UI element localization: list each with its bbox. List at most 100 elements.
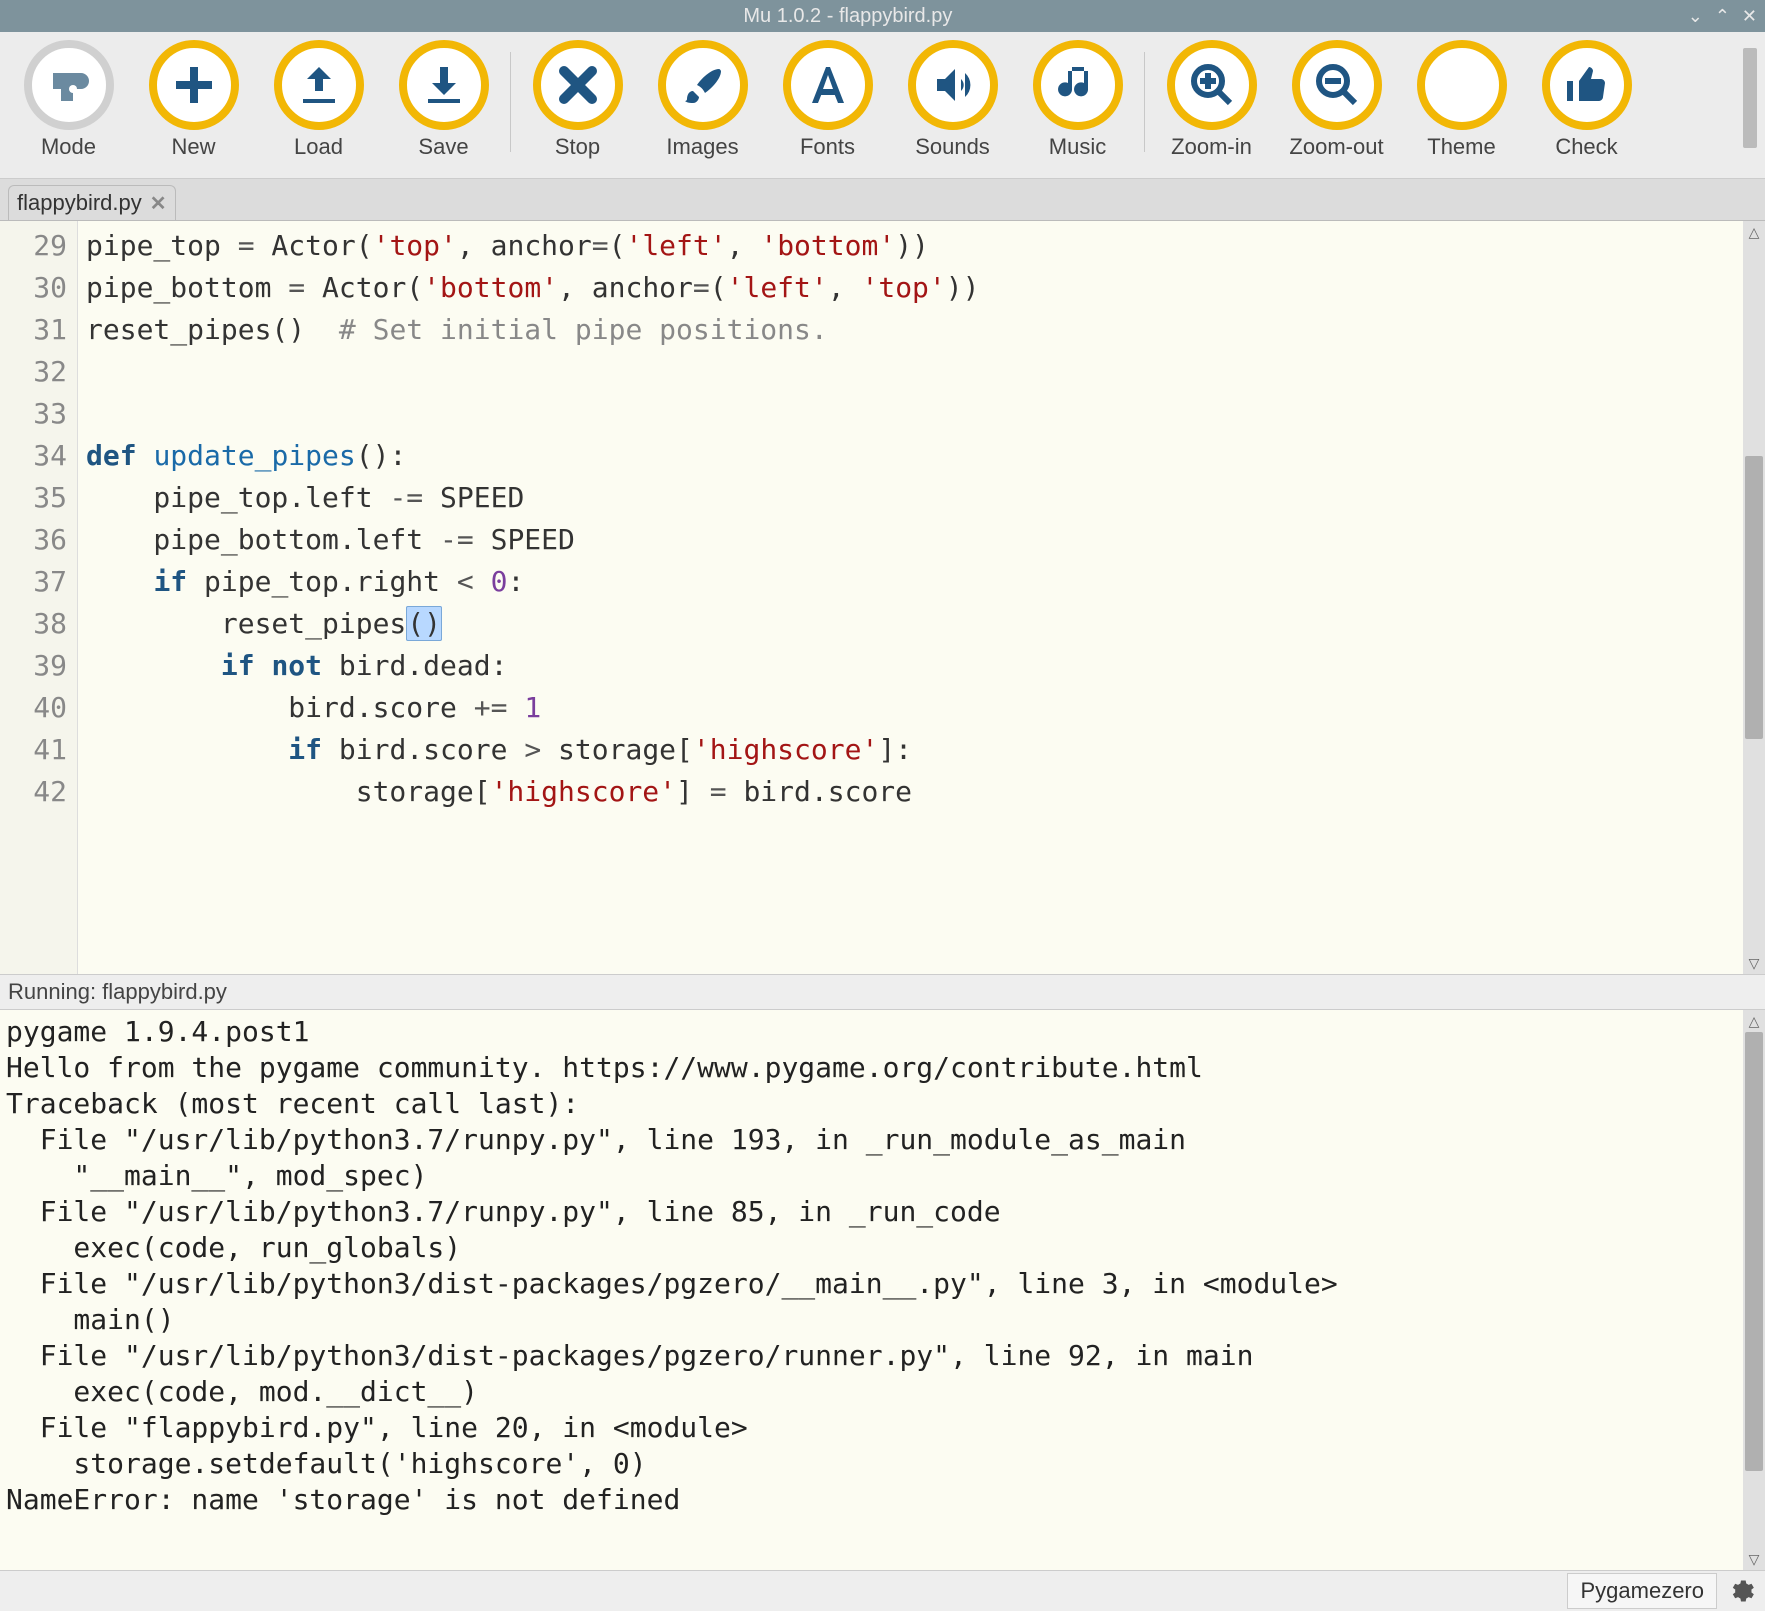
console-panel: pygame 1.9.4.post1Hello from the pygame …: [0, 1010, 1765, 1570]
tab-flappybird[interactable]: flappybird.py ✕: [8, 185, 176, 220]
toolbar-label: Theme: [1427, 134, 1495, 160]
code-line[interactable]: pipe_bottom.left -= SPEED: [86, 519, 1735, 561]
save-button[interactable]: Save: [381, 40, 506, 160]
code-line[interactable]: pipe_top.left -= SPEED: [86, 477, 1735, 519]
toolbar-label: Save: [418, 134, 468, 160]
code-line[interactable]: def update_pipes():: [86, 435, 1735, 477]
tab-label: flappybird.py: [17, 190, 142, 216]
code-line[interactable]: storage['highscore'] = bird.score: [86, 771, 1735, 813]
line-gutter: 2930313233343536373839404142: [0, 221, 78, 974]
code-line[interactable]: if pipe_top.right < 0:: [86, 561, 1735, 603]
speaker-icon: [908, 40, 998, 130]
toolbar-label: Zoom-in: [1171, 134, 1252, 160]
console-line: pygame 1.9.4.post1: [6, 1014, 1737, 1050]
line-number: 42: [8, 771, 67, 813]
load-button[interactable]: Load: [256, 40, 381, 160]
line-number: 40: [8, 687, 67, 729]
console-line: File "/usr/lib/python3.7/runpy.py", line…: [6, 1122, 1737, 1158]
console-line: NameError: name 'storage' is not defined: [6, 1482, 1737, 1518]
check-button[interactable]: Check: [1524, 40, 1649, 160]
gear-icon[interactable]: [1723, 1573, 1759, 1609]
maximize-icon[interactable]: ⌃: [1715, 6, 1730, 27]
console-line: Hello from the pygame community. https:/…: [6, 1050, 1737, 1086]
music-button[interactable]: Music: [1015, 40, 1140, 160]
line-number: 35: [8, 477, 67, 519]
editor-scrollbar[interactable]: △ ▽: [1743, 221, 1765, 974]
code-line[interactable]: [86, 393, 1735, 435]
code-line[interactable]: if not bird.dead:: [86, 645, 1735, 687]
close-icon[interactable]: ✕: [1742, 6, 1757, 27]
brush-icon: [658, 40, 748, 130]
code-line[interactable]: bird.score += 1: [86, 687, 1735, 729]
line-number: 29: [8, 225, 67, 267]
toolbar: Mode New Load Save Stop Images Fonts Sounds Musi…: [0, 32, 1765, 179]
console-line: File "flappybird.py", line 20, in <modul…: [6, 1410, 1737, 1446]
music-note-icon: [1033, 40, 1123, 130]
mode-indicator[interactable]: Pygamezero: [1567, 1573, 1717, 1609]
toolbar-label: Music: [1049, 134, 1106, 160]
stop-button[interactable]: Stop: [515, 40, 640, 160]
zoom-in-icon: [1167, 40, 1257, 130]
tab-close-icon[interactable]: ✕: [150, 191, 167, 216]
moon-icon: [1417, 40, 1507, 130]
toolbar-grip[interactable]: [1743, 48, 1757, 148]
window-title: Mu 1.0.2 - flappybird.py: [8, 5, 1688, 28]
console-line: "__main__", mod_spec): [6, 1158, 1737, 1194]
theme-button[interactable]: Theme: [1399, 40, 1524, 160]
scroll-down-icon[interactable]: ▽: [1743, 952, 1765, 974]
line-number: 41: [8, 729, 67, 771]
scroll-up-icon[interactable]: △: [1743, 221, 1765, 243]
code-line[interactable]: [86, 351, 1735, 393]
console-line: File "/usr/lib/python3/dist-packages/pgz…: [6, 1266, 1737, 1302]
toolbar-label: Images: [666, 134, 738, 160]
code-area[interactable]: pipe_top = Actor('top', anchor=('left', …: [78, 221, 1743, 974]
console-line: storage.setdefault('highscore', 0): [6, 1446, 1737, 1482]
toolbar-label: Check: [1555, 134, 1617, 160]
minimize-icon[interactable]: ⌄: [1688, 6, 1703, 27]
line-number: 38: [8, 603, 67, 645]
toolbar-label: Fonts: [800, 134, 855, 160]
scroll-up-icon[interactable]: △: [1743, 1010, 1765, 1032]
console-line: main(): [6, 1302, 1737, 1338]
cross-icon: [533, 40, 623, 130]
zoom-out-button[interactable]: Zoom-out: [1274, 40, 1399, 160]
mode-button[interactable]: Mode: [6, 40, 131, 160]
fonts-button[interactable]: Fonts: [765, 40, 890, 160]
upload-icon: [274, 40, 364, 130]
images-button[interactable]: Images: [640, 40, 765, 160]
sounds-button[interactable]: Sounds: [890, 40, 1015, 160]
toolbar-separator: [1144, 52, 1145, 152]
code-editor[interactable]: 2930313233343536373839404142 pipe_top = …: [0, 221, 1765, 974]
line-number: 36: [8, 519, 67, 561]
console-output[interactable]: pygame 1.9.4.post1Hello from the pygame …: [0, 1010, 1743, 1570]
console-scrollbar[interactable]: △ ▽: [1743, 1010, 1765, 1570]
scroll-thumb[interactable]: [1745, 456, 1763, 740]
toolbar-label: New: [171, 134, 215, 160]
code-line[interactable]: reset_pipes() # Set initial pipe positio…: [86, 309, 1735, 351]
toolbar-label: Mode: [41, 134, 96, 160]
scroll-down-icon[interactable]: ▽: [1743, 1548, 1765, 1570]
window-controls: ⌄ ⌃ ✕: [1688, 6, 1757, 27]
console-line: Traceback (most recent call last):: [6, 1086, 1737, 1122]
cog-blob-icon: [24, 40, 114, 130]
code-line[interactable]: reset_pipes(): [86, 603, 1735, 645]
line-number: 39: [8, 645, 67, 687]
console-line: exec(code, run_globals): [6, 1230, 1737, 1266]
zoom-in-button[interactable]: Zoom-in: [1149, 40, 1274, 160]
line-number: 32: [8, 351, 67, 393]
code-line[interactable]: pipe_bottom = Actor('bottom', anchor=('l…: [86, 267, 1735, 309]
scroll-thumb[interactable]: [1745, 1032, 1763, 1471]
console-line: exec(code, mod.__dict__): [6, 1374, 1737, 1410]
toolbar-label: Sounds: [915, 134, 990, 160]
code-line[interactable]: pipe_top = Actor('top', anchor=('left', …: [86, 225, 1735, 267]
toolbar-label: Zoom-out: [1289, 134, 1383, 160]
running-status: Running: flappybird.py: [0, 974, 1765, 1010]
plus-icon: [149, 40, 239, 130]
code-line[interactable]: if bird.score > storage['highscore']:: [86, 729, 1735, 771]
new-button[interactable]: New: [131, 40, 256, 160]
toolbar-separator: [510, 52, 511, 152]
line-number: 33: [8, 393, 67, 435]
zoom-out-icon: [1292, 40, 1382, 130]
line-number: 30: [8, 267, 67, 309]
toolbar-label: Stop: [555, 134, 600, 160]
